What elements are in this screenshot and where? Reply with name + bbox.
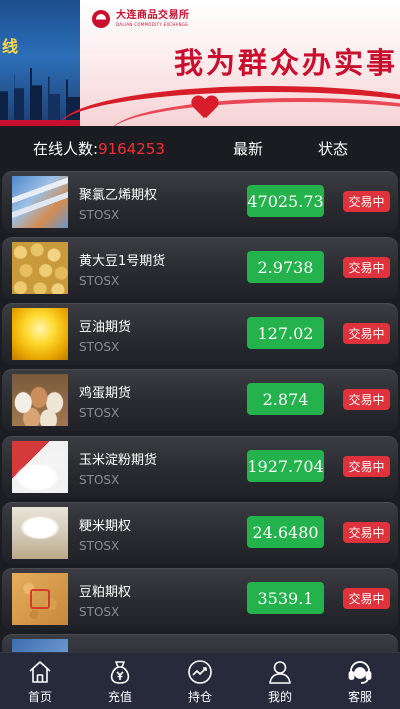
exchange-logo-name: 大连商品交易所 [116,10,190,21]
column-latest-header: 最新 [233,140,264,158]
product-name: 玉米淀粉期货 [79,453,158,468]
nav-mine[interactable]: 我的 [240,653,320,709]
heart-icon [192,96,218,118]
soybeans-thumbnail [12,242,68,294]
nav-customer-service-label: 客服 [347,690,372,704]
corn-starch-thumbnail [12,441,68,493]
nav-home-label: 首页 [27,690,52,704]
product-row[interactable]: 粳米期权 STOSX 24.6480 交易中 [2,502,398,564]
banner-left-text: 线 [2,37,19,56]
trading-status-badge: 交易中 [343,323,390,344]
product-price: 2.9738 [247,251,324,283]
nav-positions-label: 持仓 [187,690,212,704]
column-status-header: 状态 [318,140,349,158]
product-code: STOSX [79,539,120,553]
product-code: STOSX [79,274,120,288]
online-users: 在线人数:9164253 [33,138,165,159]
product-row[interactable]: 鸡蛋期货 STOSX 2.874 交易中 [2,369,398,431]
trading-status-badge: 交易中 [343,389,390,410]
exchange-logo-english: DALIAN COMMODITY EXCHANGE [116,22,189,27]
pvc-pipes-thumbnail [12,176,68,228]
product-thumbnail [12,639,68,652]
product-code: STOSX [79,340,120,354]
nav-mine-label: 我的 [267,690,292,704]
nav-home[interactable]: 首页 [0,653,80,709]
money-bag-icon [110,661,130,684]
soybean-meal-thumbnail [12,573,68,625]
online-users-label: 在线人数: [33,140,99,158]
product-row[interactable]: 豆粕期权 STOSX 3539.1 交易中 [2,568,398,630]
product-row-partial[interactable] [2,634,398,652]
trading-status-badge: 交易中 [343,588,390,609]
headset-icon [348,661,372,684]
product-name: 豆油期货 [79,320,132,335]
nav-recharge[interactable]: 充值 [80,653,160,709]
product-price: 47025.73 [247,185,324,217]
user-icon [269,661,291,684]
product-list[interactable]: 聚氯乙烯期权 STOSX 47025.73 交易中 黄大豆1号期货 STOSX … [0,168,400,652]
product-name: 豆粕期权 [79,585,132,600]
product-price: 24.6480 [247,516,324,548]
exchange-logo: 大连商品交易所 DALIAN COMMODITY EXCHANGE [92,10,190,28]
nav-customer-service[interactable]: 客服 [320,653,400,709]
product-price: 2.874 [247,383,324,415]
trading-status-badge: 交易中 [343,522,390,543]
product-name: 聚氯乙烯期权 [79,188,158,203]
product-name: 粳米期权 [79,519,132,534]
soybean-oil-thumbnail [12,308,68,360]
banner-city-image: 线 [0,0,80,126]
product-price: 3539.1 [247,582,324,614]
promo-banner[interactable]: 线 大连商品交易所 DALIAN COMMODITY EXCHANGE 我为群众… [0,0,400,126]
product-code: STOSX [79,208,120,222]
rice-thumbnail [12,507,68,559]
product-row[interactable]: 豆油期货 STOSX 127.02 交易中 [2,303,398,365]
product-row[interactable]: 黄大豆1号期货 STOSX 2.9738 交易中 [2,237,398,299]
online-users-count: 9164253 [98,140,165,158]
app-screen: 线 大连商品交易所 DALIAN COMMODITY EXCHANGE 我为群众… [0,0,400,709]
chart-trend-icon [188,660,212,684]
home-icon [29,661,51,683]
product-code: STOSX [79,605,120,619]
product-name: 鸡蛋期货 [79,386,132,401]
product-price: 1927.704 [247,450,324,482]
eggs-thumbnail [12,374,68,426]
product-price: 127.02 [247,317,324,349]
product-row[interactable]: 玉米淀粉期货 STOSX 1927.704 交易中 [2,436,398,498]
product-code: STOSX [79,473,120,487]
trading-status-badge: 交易中 [343,191,390,212]
product-row[interactable]: 聚氯乙烯期权 STOSX 47025.73 交易中 [2,171,398,233]
exchange-logo-icon [92,10,110,28]
product-code: STOSX [79,406,120,420]
banner-title: 我为群众办实事 [174,46,399,80]
product-name: 黄大豆1号期货 [79,254,166,269]
nav-recharge-label: 充值 [107,690,132,704]
bottom-nav: 首页 充值 持仓 我的 客服 [0,652,400,709]
trading-status-badge: 交易中 [343,456,390,477]
trading-status-badge: 交易中 [343,257,390,278]
list-header: 在线人数:9164253 最新 状态 [0,126,400,168]
nav-positions[interactable]: 持仓 [160,653,240,709]
